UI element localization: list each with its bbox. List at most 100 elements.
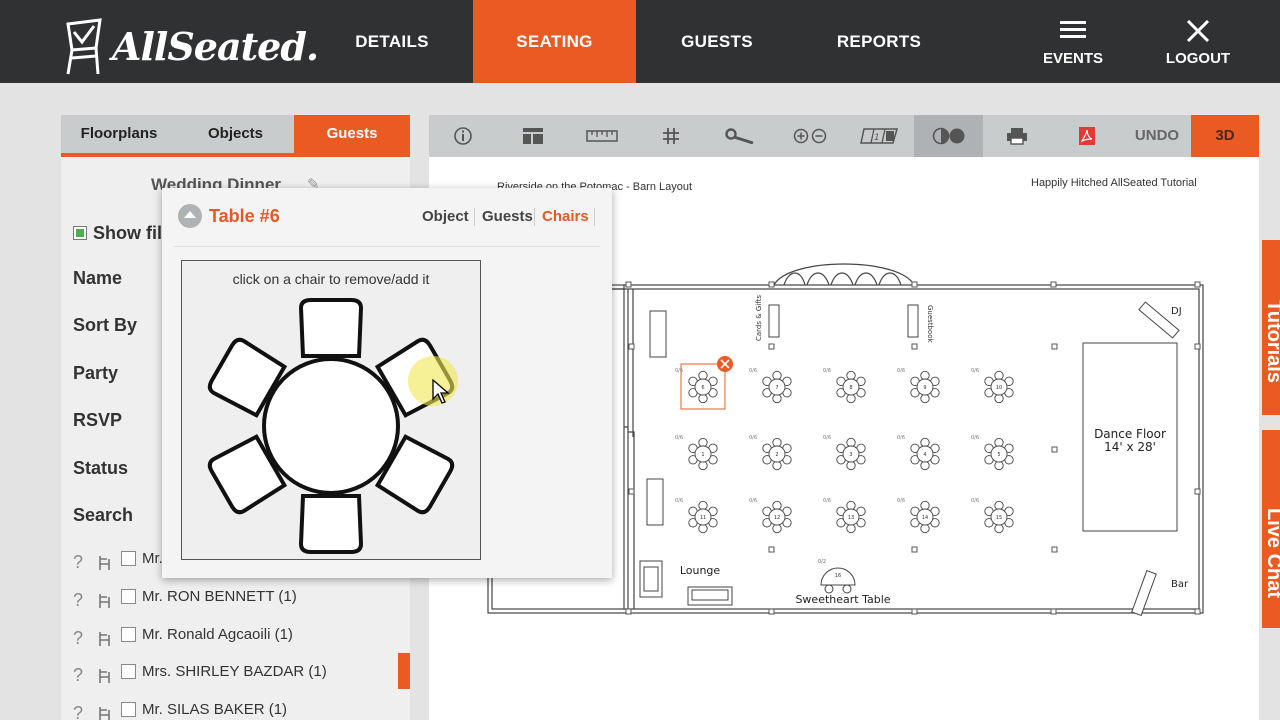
pdf-button[interactable]: [1054, 115, 1120, 157]
grid-button[interactable]: [638, 115, 704, 157]
popup-chair-1[interactable]: [298, 298, 364, 358]
show-filter-checkbox[interactable]: [73, 226, 87, 240]
round-table-13[interactable]: 13 0/6: [823, 498, 866, 534]
guest-checkbox[interactable]: [121, 551, 136, 566]
round-table-10[interactable]: 10 0/6: [971, 368, 1014, 404]
round-table-5[interactable]: 5 0/6: [971, 435, 1014, 471]
guest-checkbox[interactable]: [121, 589, 136, 604]
live-chat-tab[interactable]: Live Chat: [1262, 430, 1280, 628]
round-table-1[interactable]: 1 0/6: [675, 435, 718, 471]
nav-guests[interactable]: GUESTS: [636, 0, 798, 83]
tab-divider: [534, 208, 535, 226]
round-table-6[interactable]: 6 0/6: [675, 356, 733, 410]
round-table-9[interactable]: 9 0/6: [897, 368, 940, 404]
guest-name: Mr. SILAS BAKER (1): [142, 701, 288, 718]
remove-table-icon[interactable]: [717, 356, 733, 372]
filter-sort-by: Sort By: [73, 315, 138, 335]
guest-checkbox[interactable]: [121, 627, 136, 642]
tab-guests[interactable]: Guests: [294, 115, 410, 153]
logout-button[interactable]: LOGOUT: [1153, 14, 1243, 74]
guest-row[interactable]: ? Mr. SILAS BAKER (1): [61, 699, 410, 720]
popup-chair-4[interactable]: [298, 494, 364, 554]
round-table-4[interactable]: 4 0/6: [897, 435, 940, 471]
table-seat-count: 0/6: [971, 498, 979, 504]
chair-icon[interactable]: [97, 593, 111, 609]
popup-tab-chairs[interactable]: Chairs: [542, 208, 589, 225]
chair: [772, 393, 782, 404]
show-filter-toggle[interactable]: Show fil: [73, 223, 162, 244]
chair-icon[interactable]: [97, 668, 111, 684]
filter-name: Name: [73, 268, 123, 288]
round-table-8[interactable]: 8 0/6: [823, 368, 866, 404]
cards-gifts-table[interactable]: [768, 304, 780, 338]
round-tables[interactable]: 6 0/6 7 0/6 8 0/6 9 0/6 10 0/6 1 0/6 2 0/6 3 0/6 4 0/6 5 0/…: [675, 356, 1014, 534]
buffet-table[interactable]: [649, 310, 667, 358]
zoom-button[interactable]: [777, 115, 843, 157]
top-nav: AllSeated. DETAILS SEATING GUESTS REPORT…: [0, 0, 1280, 83]
table-number: 3: [849, 452, 852, 458]
color-mode-button[interactable]: [914, 115, 983, 157]
undo-button[interactable]: UNDO: [1123, 115, 1191, 157]
round-table-2[interactable]: 2 0/6: [749, 435, 792, 471]
allseated-logo[interactable]: AllSeated.: [60, 14, 319, 76]
nav-details[interactable]: DETAILS: [311, 0, 473, 83]
dj-label: DJ: [1171, 306, 1182, 317]
guest-name: Mrs. SHIRLEY BAZDAR (1): [142, 663, 327, 680]
collapse-icon[interactable]: [178, 204, 202, 228]
sweetheart-table[interactable]: [820, 567, 856, 594]
guestbook-label: Guestbook: [926, 305, 934, 344]
tutorials-tab[interactable]: Tutorials: [1262, 240, 1280, 415]
guest-row[interactable]: ? Mr. Ronald Agcaoili (1): [61, 624, 410, 654]
numbering-button[interactable]: 1: [846, 115, 912, 157]
tab-floorplans[interactable]: Floorplans: [61, 115, 177, 153]
table-seat-count: 0/6: [749, 435, 757, 441]
round-table-12[interactable]: 12 0/6: [749, 498, 792, 534]
table-seat-count: 0/6: [749, 368, 757, 374]
tools-button[interactable]: [707, 115, 773, 157]
round-table-14[interactable]: 14 0/6: [897, 498, 940, 534]
events-button[interactable]: EVENTS: [1028, 14, 1118, 74]
guest-checkbox[interactable]: [121, 664, 136, 679]
guestbook-table[interactable]: [907, 304, 919, 338]
guest-name: Mr. RON BENNETT (1): [142, 588, 297, 605]
chair: [698, 460, 708, 471]
chair-icon[interactable]: [97, 631, 111, 647]
table-number: 1: [701, 452, 704, 458]
question-icon: ?: [73, 552, 84, 572]
close-icon: [1186, 20, 1210, 42]
pdf-icon: [1079, 127, 1095, 145]
round-table-7[interactable]: 7 0/6: [749, 368, 792, 404]
guest-row[interactable]: ? Mrs. SHIRLEY BAZDAR (1): [61, 653, 410, 691]
chair: [846, 500, 856, 511]
table-seat-count: 0/6: [823, 498, 831, 504]
info-button[interactable]: [430, 115, 496, 157]
round-table-15[interactable]: 15 0/6: [971, 498, 1014, 534]
chair-icon[interactable]: [97, 555, 111, 571]
svg-text:1: 1: [874, 133, 880, 143]
popup-tab-object[interactable]: Object: [422, 208, 469, 225]
guest-row[interactable]: ? Mr. RON BENNETT (1): [61, 586, 410, 616]
3d-view-button[interactable]: 3D: [1191, 115, 1259, 157]
print-button[interactable]: [984, 115, 1050, 157]
ruler-button[interactable]: [569, 115, 635, 157]
round-table-11[interactable]: 11 0/6: [675, 498, 718, 534]
chair: [698, 500, 708, 511]
nav-reports[interactable]: REPORTS: [798, 0, 960, 83]
chair: [846, 393, 856, 404]
side-table[interactable]: [646, 478, 664, 526]
chair-icon[interactable]: [97, 706, 111, 720]
chair: [994, 460, 1004, 471]
round-table-3[interactable]: 3 0/6: [823, 435, 866, 471]
nav-seating[interactable]: SEATING: [473, 0, 636, 83]
table-seat-count: 0/6: [897, 368, 905, 374]
popup-tab-guests[interactable]: Guests: [482, 208, 533, 225]
tab-objects[interactable]: Objects: [177, 115, 294, 153]
layout-button[interactable]: [500, 115, 566, 157]
floorplan-toolbar: 1 UNDO 3D: [429, 115, 1259, 157]
table-chair-diagram[interactable]: [182, 289, 480, 559]
chair: [920, 523, 930, 534]
chair: [994, 393, 1004, 404]
chair: [994, 523, 1004, 534]
chair-editor[interactable]: click on a chair to remove/add it: [181, 260, 481, 560]
guest-checkbox[interactable]: [121, 702, 136, 717]
